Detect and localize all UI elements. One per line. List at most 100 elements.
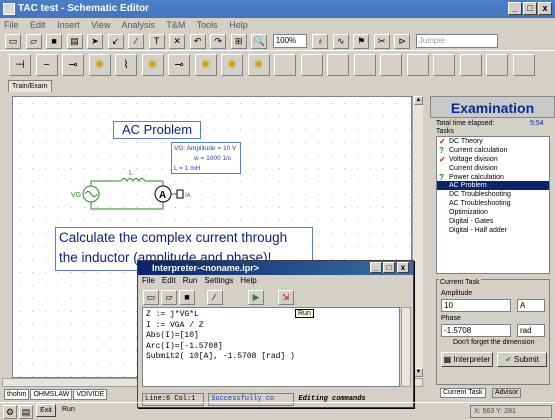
task-item[interactable]: ? Current calculation (437, 146, 549, 155)
menu-tm[interactable]: T&M (166, 20, 185, 30)
print-icon[interactable]: ▤ (66, 34, 83, 49)
interp-minimize-button[interactable]: _ (370, 262, 382, 273)
task-item-selected[interactable]: AC Problem (437, 181, 549, 191)
switch-icon[interactable]: ⊸ (168, 54, 191, 76)
resistor-icon[interactable]: ⊸ (62, 54, 85, 76)
analysis-icon[interactable]: ∿ (332, 34, 349, 49)
open-icon[interactable]: ▭ (5, 34, 21, 49)
submit-button[interactable]: ✔ Submit (497, 352, 547, 367)
empty-slot-2[interactable] (300, 54, 323, 76)
main-toolbar: ▭ ▱ ■ ▤ ➤ ↙ ∕ T ✕ ↶ ↷ ⊞ 🔍 100% ♁ ∿ ⚑ ✂ ⊳… (0, 32, 555, 51)
exit-button[interactable]: Exit (36, 404, 56, 417)
redo-icon[interactable]: ↷ (210, 34, 227, 49)
delete-icon[interactable]: ✕ (169, 34, 186, 49)
wire-icon[interactable]: ↙ (107, 34, 124, 49)
amplitude-input[interactable]: 10 (441, 299, 511, 312)
page-icon[interactable]: ▤ (19, 405, 33, 419)
pen-icon[interactable]: ∕ (128, 34, 145, 49)
scroll-down-icon[interactable]: ▼ (414, 368, 423, 377)
empty-slot-3[interactable] (327, 54, 350, 76)
task-list[interactable]: ✓ DC Theory ? Current calculation ✓ Voltage… (436, 136, 550, 274)
run-icon[interactable]: ▶ (248, 290, 265, 305)
interpreter-button[interactable]: ▦ Interpreter (441, 352, 493, 367)
task-item[interactable]: ✓ DC Theory (437, 137, 549, 146)
menu-edit[interactable]: Edit (30, 20, 46, 30)
empty-slot-7[interactable] (433, 54, 456, 76)
tab-ohmslaw[interactable]: OHMSLAW (30, 389, 73, 400)
bulb-icon[interactable]: ✺ (221, 54, 244, 76)
settings-icon[interactable]: ⚙ (3, 405, 17, 419)
task-item[interactable]: Digital - Half adder (437, 226, 549, 235)
empty-slot-1[interactable] (274, 54, 297, 76)
task-item[interactable]: ✓ Voltage division (437, 155, 549, 164)
menu-file[interactable]: File (4, 20, 19, 30)
source-icon[interactable]: ✺ (88, 54, 111, 76)
interp-maximize-button[interactable]: □ (383, 262, 395, 273)
circuit-diagram[interactable]: A VG L IA (63, 169, 203, 219)
amplitude-unit-select[interactable]: A (517, 299, 545, 312)
save-file-icon[interactable]: ■ (179, 290, 195, 305)
task-item[interactable]: Current division (437, 164, 549, 173)
empty-slot-10[interactable] (512, 54, 535, 76)
task-item[interactable]: Optimization (437, 208, 549, 217)
empty-slot-8[interactable] (459, 54, 482, 76)
tool-icon[interactable]: ✂ (373, 34, 390, 49)
close-button[interactable]: x (538, 2, 552, 15)
menu-tools[interactable]: Tools (197, 20, 218, 30)
interp-close-button[interactable]: x (397, 262, 409, 273)
interp-menu-file[interactable]: File (142, 276, 155, 285)
tab-train-exam[interactable]: Train/Exam (8, 80, 52, 92)
ground-icon[interactable]: ⊣ (9, 54, 31, 76)
meter-icon[interactable]: ✺ (194, 54, 217, 76)
tab-current-task[interactable]: Current Task (440, 388, 486, 398)
interp-menu-edit[interactable]: Edit (162, 276, 176, 285)
open-file-icon[interactable]: ▱ (161, 290, 177, 305)
maximize-button[interactable]: □ (523, 2, 537, 15)
empty-slot-9[interactable] (486, 54, 509, 76)
jumper-icon[interactable]: ⊳ (394, 34, 411, 49)
undo-icon[interactable]: ↶ (189, 34, 206, 49)
interp-menu-help[interactable]: Help (240, 276, 256, 285)
phase-unit-select[interactable]: rad (517, 324, 545, 337)
jumper-field[interactable]: Jumper (415, 34, 498, 48)
menu-insert[interactable]: Insert (57, 20, 80, 30)
lamp-icon[interactable]: ✺ (141, 54, 164, 76)
save-icon[interactable]: ■ (46, 34, 63, 49)
led-icon[interactable]: ✺ (247, 54, 270, 76)
edit-icon[interactable]: ∕ (206, 290, 223, 305)
folder-icon[interactable]: ▱ (25, 34, 42, 49)
interp-menu-run[interactable]: Run (183, 276, 198, 285)
empty-slot-4[interactable] (353, 54, 376, 76)
probe-icon[interactable]: ⚑ (353, 34, 370, 49)
component-icon[interactable]: ♁ (312, 34, 329, 49)
zoom-icon[interactable]: 🔍 (251, 34, 268, 49)
task-item[interactable]: AC Troubleshooting (437, 199, 549, 208)
empty-slot-6[interactable] (406, 54, 429, 76)
task-item[interactable]: ? Power calculation (437, 173, 549, 182)
text-icon[interactable]: T (148, 34, 165, 49)
wire-tool-icon[interactable]: − (35, 54, 58, 76)
editor-scrollbar[interactable] (401, 307, 411, 387)
menu-help[interactable]: Help (229, 20, 248, 30)
tab-thohm[interactable]: thohm (4, 389, 30, 400)
new-file-icon[interactable]: ▭ (143, 290, 159, 305)
zoom-select[interactable]: 100% (272, 34, 307, 48)
menu-view[interactable]: View (91, 20, 110, 30)
task-item[interactable]: DC Troubleshooting (437, 190, 549, 199)
task-item[interactable]: Digital - Gates (437, 217, 549, 226)
interpreter-menu: File Edit Run Settings Help (142, 276, 257, 285)
code-editor[interactable]: Z := j*VG*L I := VGA / Z Abs(I)=[10] Arc… (142, 307, 400, 387)
minimize-button[interactable]: _ (508, 2, 522, 15)
step-icon[interactable]: ⇲ (277, 290, 294, 305)
tab-vdivide[interactable]: VDIVIDE (73, 389, 108, 400)
pointer-icon[interactable]: ➤ (87, 34, 104, 49)
phase-input[interactable]: -1.5708 (441, 324, 511, 337)
svg-text:A: A (159, 190, 166, 201)
scroll-up-icon[interactable]: ▲ (414, 96, 423, 105)
grid-icon[interactable]: ⊞ (230, 34, 247, 49)
inductor-icon[interactable]: ⌇ (115, 54, 138, 76)
interp-menu-settings[interactable]: Settings (204, 276, 233, 285)
tab-advisor[interactable]: Advisor (492, 388, 522, 398)
empty-slot-5[interactable] (380, 54, 403, 76)
menu-analysis[interactable]: Analysis (121, 20, 155, 30)
